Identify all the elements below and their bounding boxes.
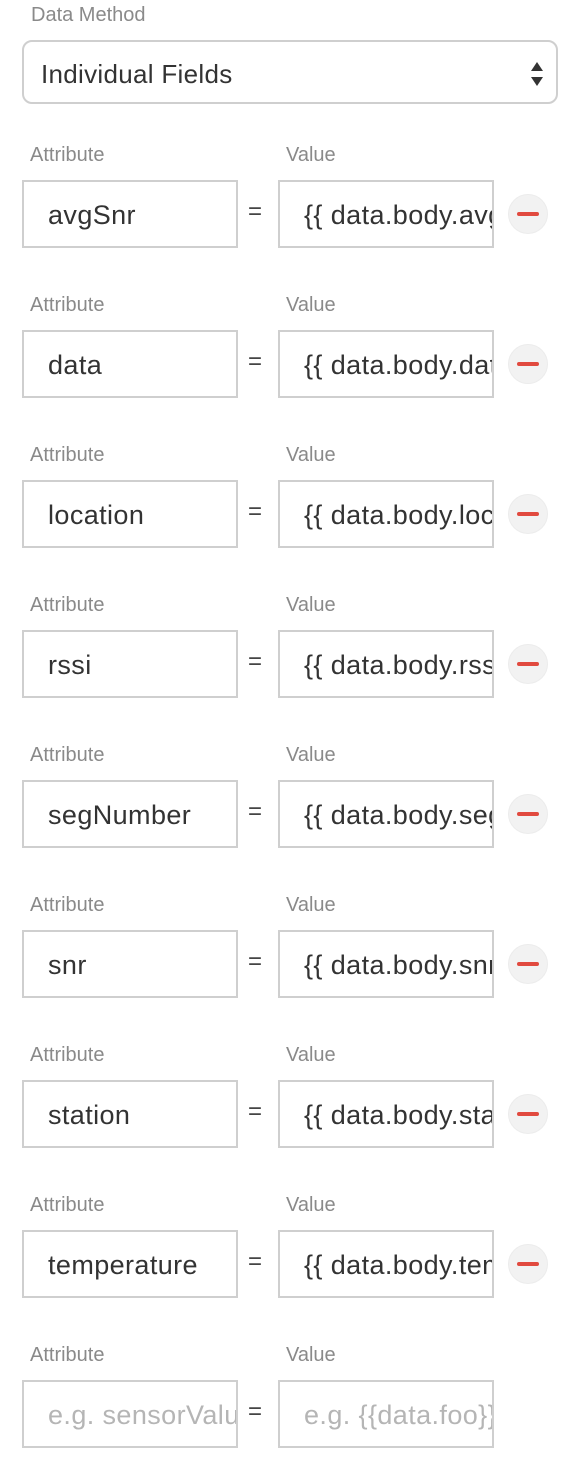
attribute-label: Attribute: [30, 1344, 105, 1366]
attribute-label: Attribute: [30, 894, 105, 916]
attribute-input-value: segNumber: [48, 800, 192, 830]
remove-row-button[interactable]: [508, 194, 548, 234]
attribute-row: Attribute Value data = {{ data.body.data }}: [0, 292, 574, 422]
value-input-value: {{ data.body.location }}: [304, 500, 494, 530]
remove-row-button[interactable]: [508, 644, 548, 684]
attribute-input[interactable]: temperature: [22, 1230, 238, 1298]
value-label: Value: [286, 144, 336, 166]
value-label: Value: [286, 1044, 336, 1066]
attribute-row: Attribute Value rssi = {{ data.body.rssi }}: [0, 592, 574, 722]
value-label: Value: [286, 444, 336, 466]
value-label: Value: [286, 1194, 336, 1216]
attribute-label: Attribute: [30, 594, 105, 616]
data-method-select[interactable]: Individual Fields: [22, 40, 558, 104]
value-input[interactable]: {{ data.body.temperature }}: [278, 1230, 494, 1298]
minus-icon: [517, 512, 539, 516]
attribute-input-value: snr: [48, 950, 87, 980]
value-input-value: {{ data.body.temperature }}: [304, 1250, 492, 1280]
attribute-input[interactable]: data: [22, 330, 238, 398]
value-label: Value: [286, 1344, 336, 1366]
data-method-selected-value: Individual Fields: [41, 59, 233, 89]
equals-sign: =: [248, 948, 263, 975]
equals-sign: =: [248, 648, 263, 675]
attribute-input[interactable]: segNumber: [22, 780, 238, 848]
new-attribute-row: Attribute Value e.g. sensorValue = e.g. …: [0, 1342, 574, 1472]
value-input-value: {{ data.body.avgSnr }}: [304, 200, 492, 230]
attribute-label: Attribute: [30, 744, 105, 766]
remove-row-button[interactable]: [508, 344, 548, 384]
attribute-placeholder: e.g. sensorValue: [48, 1400, 238, 1430]
value-input[interactable]: {{ data.body.data }}: [278, 330, 494, 398]
attribute-label: Attribute: [30, 1194, 105, 1216]
value-label: Value: [286, 294, 336, 316]
equals-sign: =: [248, 348, 263, 375]
value-label: Value: [286, 744, 336, 766]
minus-icon: [517, 962, 539, 966]
attribute-input-value: station: [48, 1100, 131, 1130]
attribute-label: Attribute: [30, 444, 105, 466]
minus-icon: [517, 362, 539, 366]
remove-row-button[interactable]: [508, 794, 548, 834]
attribute-row: Attribute Value snr = {{ data.body.snr }}: [0, 892, 574, 1022]
attribute-row: Attribute Value segNumber = {{ data.body.seg…: [0, 742, 574, 872]
minus-icon: [517, 812, 539, 816]
attribute-input-value: location: [48, 500, 145, 530]
value-input[interactable]: {{ data.body.station }}: [278, 1080, 494, 1148]
value-label: Value: [286, 894, 336, 916]
attribute-label: Attribute: [30, 294, 105, 316]
remove-row-button[interactable]: [508, 494, 548, 534]
minus-icon: [517, 662, 539, 666]
value-input[interactable]: {{ data.body.location }}: [278, 480, 494, 548]
select-arrows-icon: [531, 62, 543, 86]
value-input-value: {{ data.body.data }}: [304, 350, 492, 380]
attribute-row: Attribute Value location = {{ data.body.loca…: [0, 442, 574, 572]
attribute-input-value: rssi: [48, 650, 92, 680]
value-input-value: {{ data.body.rssi }}: [304, 650, 494, 680]
equals-sign: =: [248, 198, 263, 225]
new-attribute-input[interactable]: e.g. sensorValue: [22, 1380, 238, 1448]
minus-icon: [517, 1262, 539, 1266]
attribute-label: Attribute: [30, 1044, 105, 1066]
value-input[interactable]: {{ data.body.snr }}: [278, 930, 494, 998]
equals-sign: =: [248, 798, 263, 825]
remove-row-button[interactable]: [508, 1244, 548, 1284]
attribute-input-value: avgSnr: [48, 200, 136, 230]
data-method-label: Data Method: [31, 4, 146, 26]
minus-icon: [517, 1112, 539, 1116]
attribute-input[interactable]: location: [22, 480, 238, 548]
value-input[interactable]: {{ data.body.avgSnr }}: [278, 180, 494, 248]
attribute-input[interactable]: avgSnr: [22, 180, 238, 248]
value-placeholder: e.g. {{data.foo}}: [304, 1400, 494, 1430]
attribute-input[interactable]: station: [22, 1080, 238, 1148]
remove-row-button[interactable]: [508, 1094, 548, 1134]
attribute-input[interactable]: rssi: [22, 630, 238, 698]
attribute-input-value: temperature: [48, 1250, 198, 1280]
minus-icon: [517, 212, 539, 216]
value-input-value: {{ data.body.segNumber }}: [304, 800, 492, 830]
new-value-input[interactable]: e.g. {{data.foo}}: [278, 1380, 494, 1448]
attribute-row: Attribute Value station = {{ data.body.stati…: [0, 1042, 574, 1172]
attribute-input[interactable]: snr: [22, 930, 238, 998]
attribute-row: Attribute Value avgSnr = {{ data.body.avgSnr…: [0, 142, 574, 272]
equals-sign: =: [248, 1398, 263, 1425]
attribute-row: Attribute Value temperature = {{ data.body.t…: [0, 1192, 574, 1322]
value-input[interactable]: {{ data.body.rssi }}: [278, 630, 494, 698]
value-input-value: {{ data.body.station }}: [304, 1100, 492, 1130]
equals-sign: =: [248, 1098, 263, 1125]
equals-sign: =: [248, 498, 263, 525]
remove-row-button[interactable]: [508, 944, 548, 984]
value-input[interactable]: {{ data.body.segNumber }}: [278, 780, 494, 848]
attribute-label: Attribute: [30, 144, 105, 166]
value-label: Value: [286, 594, 336, 616]
value-input-value: {{ data.body.snr }}: [304, 950, 494, 980]
equals-sign: =: [248, 1248, 263, 1275]
attribute-input-value: data: [48, 350, 103, 380]
